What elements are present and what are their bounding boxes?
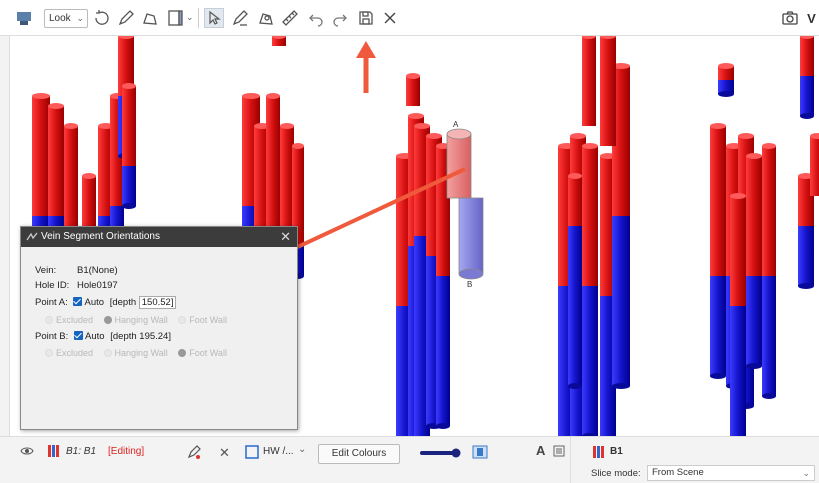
slice-mode-value: From Scene xyxy=(652,467,704,478)
eraser-icon[interactable] xyxy=(186,444,202,463)
edit-colours-button[interactable]: Edit Colours xyxy=(318,444,400,464)
hanging-wall-label: Hanging Wall xyxy=(114,348,168,358)
drillhole-cylinder[interactable] xyxy=(406,73,420,106)
close-icon[interactable]: ✕ xyxy=(219,445,230,461)
slice-icon[interactable] xyxy=(166,8,186,28)
panel-title: B1 xyxy=(610,446,623,457)
redo-icon[interactable] xyxy=(330,8,350,28)
vein-label: Vein: xyxy=(35,265,57,276)
vein-layer-icon xyxy=(48,445,62,460)
drillhole-cylinder[interactable] xyxy=(800,36,814,119)
foot-wall-radio[interactable] xyxy=(178,316,187,324)
drillhole-cylinder[interactable] xyxy=(582,36,596,126)
render-toggle-icon[interactable] xyxy=(472,445,488,462)
chevron-down-icon: ⌄ xyxy=(802,468,810,478)
dialog-titlebar[interactable]: Vein Segment Orientations ✕ xyxy=(21,227,297,247)
drillhole-cylinder[interactable] xyxy=(730,193,746,436)
save-icon[interactable] xyxy=(356,8,376,28)
vein-value: B1(None) xyxy=(77,265,118,276)
text-icon[interactable]: A xyxy=(536,443,545,458)
close-icon[interactable] xyxy=(380,8,400,28)
foot-wall-label: Foot Wall xyxy=(189,315,227,325)
marker-b-label: B xyxy=(467,280,472,289)
undo-icon[interactable] xyxy=(306,8,326,28)
point-a-auto-label: Auto xyxy=(84,297,105,308)
slice-mode-label: Slice mode: xyxy=(591,468,641,479)
excluded-label: Excluded xyxy=(56,348,94,358)
view-icon[interactable]: V xyxy=(804,8,819,28)
look-dropdown[interactable]: Look ⌄ xyxy=(44,9,88,28)
point-a-radios: Excluded Hanging Wall Foot Wall xyxy=(45,315,227,325)
left-edge-handle[interactable] xyxy=(0,36,10,436)
look-label: Look xyxy=(49,13,71,24)
opacity-slider[interactable] xyxy=(420,448,462,461)
dialog-icon xyxy=(26,232,38,241)
layer-icon[interactable] xyxy=(14,8,34,28)
excluded-radio[interactable] xyxy=(45,349,53,357)
vein-layer-icon xyxy=(593,446,607,461)
foot-wall-label: Foot Wall xyxy=(189,348,227,358)
point-a-auto-checkbox[interactable] xyxy=(73,297,83,306)
polyline-icon[interactable] xyxy=(140,8,160,28)
chevron-down-icon[interactable]: ⌄ xyxy=(186,12,194,23)
drillhole-cylinder[interactable] xyxy=(718,63,734,97)
camera-icon[interactable] xyxy=(780,8,800,28)
excluded-radio[interactable] xyxy=(45,316,53,324)
drillhole-cylinder[interactable] xyxy=(600,36,616,146)
hw-icon xyxy=(245,445,259,462)
editing-label: [Editing] xyxy=(108,446,145,457)
properties-panel: B1 Slice mode: From Scene ⌄ xyxy=(570,436,819,483)
edit-icon[interactable] xyxy=(256,8,276,28)
layer-name[interactable]: B1: B1 xyxy=(66,446,96,457)
point-b-label: Point B: xyxy=(35,331,69,342)
point-a-depth-field[interactable]: 150.52] xyxy=(138,296,177,309)
foot-wall-radio[interactable] xyxy=(178,349,187,357)
hole-value: Hole0197 xyxy=(77,280,118,291)
hole-label: Hole ID: xyxy=(35,280,70,291)
vein-segment-dialog: Vein Segment Orientations ✕ Vein: B1(Non… xyxy=(20,226,298,430)
draw-icon[interactable] xyxy=(230,8,250,28)
point-b-row: Point B: Auto [depth 195.24] xyxy=(35,331,171,342)
drillhole-cylinder[interactable] xyxy=(122,83,136,209)
drillhole-cylinder[interactable] xyxy=(810,133,819,196)
point-a-depth-prefix: [depth xyxy=(109,297,137,308)
marker-a-label: A xyxy=(453,120,459,129)
point-a-label: Point A: xyxy=(35,297,68,308)
point-b-depth: [depth 195.24] xyxy=(110,331,171,342)
hanging-wall-radio[interactable] xyxy=(103,349,112,357)
hanging-wall-label: Hanging Wall xyxy=(114,315,168,325)
chevron-down-icon[interactable]: ⌄ xyxy=(298,444,306,455)
point-b-auto-label: Auto xyxy=(85,331,105,342)
drillhole-cylinder[interactable] xyxy=(272,36,286,46)
drillhole-cylinder[interactable] xyxy=(582,143,598,436)
point-a-row: Point A: Auto [depth 150.52] xyxy=(35,296,177,309)
hole-row: Hole ID: Hole0197 xyxy=(35,280,118,291)
drillhole-cylinder[interactable] xyxy=(746,153,762,369)
eye-icon[interactable] xyxy=(20,446,34,459)
up-arrow-icon xyxy=(356,41,376,93)
select-icon[interactable] xyxy=(204,8,224,28)
list-icon[interactable] xyxy=(553,445,565,460)
rotate-icon[interactable] xyxy=(92,8,112,28)
slice-mode-select[interactable]: From Scene ⌄ xyxy=(647,465,815,481)
drillhole-cylinder[interactable] xyxy=(568,173,582,389)
chevron-down-icon: ⌄ xyxy=(76,13,84,23)
hw-dropdown[interactable]: HW /... xyxy=(263,446,294,457)
layer-toolbar: B1: B1 [Editing] ✕ HW /... ⌄ Edit Colour… xyxy=(0,436,570,483)
point-b-auto-checkbox[interactable] xyxy=(73,331,83,340)
drillhole-cylinder[interactable] xyxy=(710,123,726,379)
excluded-label: Excluded xyxy=(56,315,94,325)
toolbar: Look ⌄ ⌄ V xyxy=(0,0,819,36)
close-icon[interactable]: ✕ xyxy=(280,227,291,247)
pencil-icon[interactable] xyxy=(116,8,136,28)
drillhole-cylinder[interactable] xyxy=(762,143,776,399)
selected-segment[interactable] xyxy=(446,128,484,280)
dialog-title: Vein Segment Orientations xyxy=(41,231,160,242)
point-b-radios: Excluded Hanging Wall Foot Wall xyxy=(45,348,227,358)
measure-icon[interactable] xyxy=(280,8,300,28)
vein-row: Vein: B1(None) xyxy=(35,265,118,276)
hanging-wall-radio[interactable] xyxy=(103,316,112,324)
